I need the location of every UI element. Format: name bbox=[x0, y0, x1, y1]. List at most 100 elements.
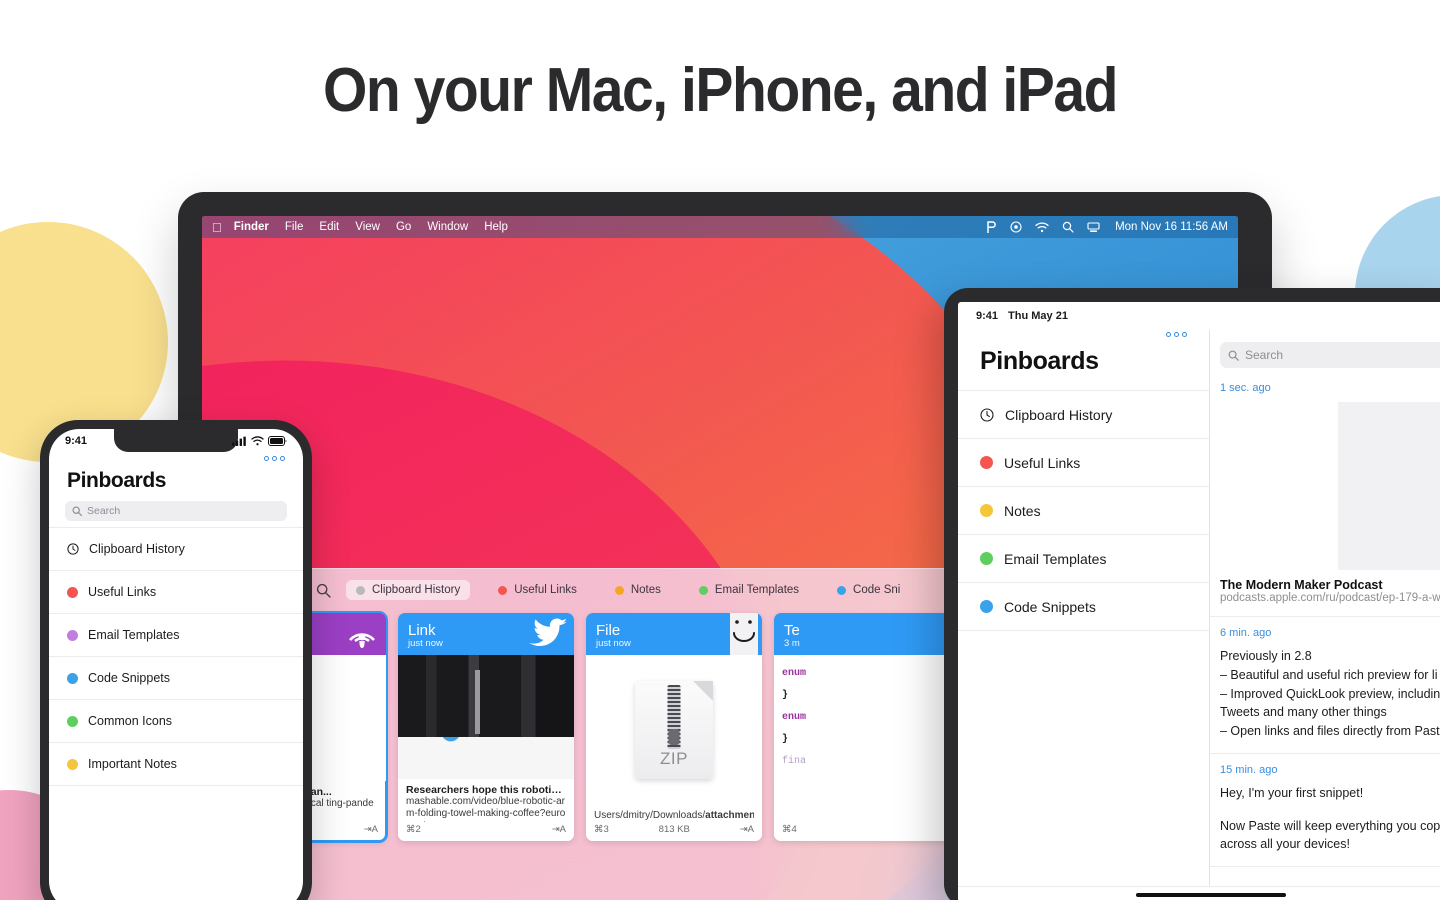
menu-item-file[interactable]: File bbox=[285, 221, 304, 233]
item-text-line: – Open links and files directly from Pas… bbox=[1220, 724, 1440, 738]
status-icons bbox=[232, 435, 287, 446]
paste-icon[interactable] bbox=[986, 220, 997, 234]
list-item-label: Code Snippets bbox=[88, 671, 171, 685]
clipboard-card[interactable]: Te 3 m enum } enum } fina ⌘4 bbox=[774, 613, 950, 841]
clock-icon bbox=[67, 543, 79, 555]
code-line: } bbox=[782, 734, 789, 745]
list-item-code-snippets[interactable]: Code Snippets bbox=[49, 656, 303, 699]
sidebar-item-email-templates[interactable]: Email Templates bbox=[958, 534, 1209, 582]
wifi-icon[interactable] bbox=[1035, 221, 1049, 233]
search-icon[interactable] bbox=[1062, 221, 1074, 233]
macos-menu-bar[interactable]:  Finder File Edit View Go Window Help bbox=[202, 216, 1238, 238]
search-placeholder: Search bbox=[87, 505, 121, 517]
search-input[interactable]: Search bbox=[65, 501, 287, 521]
sidebar-item-clipboard-history[interactable]: Clipboard History bbox=[958, 390, 1209, 438]
list-item-clipboard-history[interactable]: Clipboard History bbox=[49, 527, 303, 570]
item-text-line: Previously in 2.8 bbox=[1220, 649, 1312, 663]
status-date: Thu May 21 bbox=[1008, 310, 1068, 322]
chip-label: Useful Links bbox=[514, 584, 577, 596]
chip-dot bbox=[837, 585, 847, 595]
status-time: 9:41 bbox=[976, 310, 999, 322]
list-end-divider bbox=[49, 785, 303, 786]
finder-icon bbox=[714, 613, 758, 655]
sidebar-item-label: Clipboard History bbox=[1005, 406, 1113, 423]
menu-item-finder[interactable]: Finder bbox=[234, 221, 269, 233]
menu-item-help[interactable]: Help bbox=[484, 221, 508, 233]
list-item-common-icons[interactable]: Common Icons bbox=[49, 699, 303, 742]
sidebar-item-notes[interactable]: Notes bbox=[958, 486, 1209, 534]
pinboard-chip-useful-links[interactable]: Useful Links bbox=[488, 580, 587, 600]
color-dot-purple bbox=[67, 629, 78, 641]
item-text-line: Tweets and many other things bbox=[1220, 705, 1387, 720]
clipboard-card[interactable]: Link just now Researchers hope this robo… bbox=[398, 613, 574, 841]
apple-icon[interactable]:  bbox=[212, 221, 222, 234]
list-item-email-templates[interactable]: Email Templates bbox=[49, 613, 303, 656]
code-preview: enum } enum } fina bbox=[774, 655, 950, 817]
card-footer: ⌘4 bbox=[774, 817, 950, 841]
pinboard-chip-notes[interactable]: Notes bbox=[605, 580, 671, 600]
color-dot-blue bbox=[980, 600, 993, 613]
card-file-path: Users/dmitry/Downloads/attachments.zip bbox=[594, 810, 754, 822]
ipad-status-bar: 9:41 Thu May 21 bbox=[958, 302, 1440, 330]
search-icon[interactable] bbox=[316, 583, 338, 598]
card-body bbox=[398, 655, 574, 779]
chip-label: Clipboard History bbox=[372, 584, 461, 596]
sidebar-item-label: Email Templates bbox=[1004, 550, 1107, 567]
card-meta: ⌘4 bbox=[782, 824, 942, 835]
search-placeholder: Search bbox=[1245, 348, 1284, 362]
more-options-icon[interactable] bbox=[958, 330, 1209, 345]
menu-item-go[interactable]: Go bbox=[396, 221, 411, 233]
item-timestamp: 1 sec. ago bbox=[1220, 382, 1271, 394]
sidebar-item-label: Notes bbox=[1004, 502, 1041, 519]
item-timestamp: 6 min. ago bbox=[1220, 627, 1272, 639]
list-item-label: Important Notes bbox=[88, 757, 177, 771]
card-shortcut: ⌘4 bbox=[782, 824, 797, 835]
sidebar-item-code-snippets[interactable]: Code Snippets bbox=[958, 582, 1209, 630]
search-icon bbox=[1228, 350, 1239, 361]
clipboard-list-item[interactable]: 1 sec. ago The Modern Maker Podcast podc… bbox=[1210, 372, 1440, 617]
status-time: 9:41 bbox=[65, 434, 88, 447]
page-fold bbox=[693, 680, 713, 701]
control-center-icon[interactable] bbox=[1010, 221, 1022, 233]
file-path-prefix: Users/dmitry/Downloads/ bbox=[594, 809, 706, 821]
clipboard-card[interactable]: File just now ZIP Users/dmitry/Downloads… bbox=[586, 613, 762, 841]
pinboard-chip-code-snippets[interactable]: Code Sni bbox=[827, 580, 910, 600]
ipad-sidebar: Pinboards Clipboard History Useful Links bbox=[958, 330, 1210, 886]
chip-dot bbox=[614, 585, 624, 595]
menu-item-window[interactable]: Window bbox=[427, 221, 468, 233]
clipboard-list-item[interactable]: 6 min. ago Previously in 2.8 – Beautiful… bbox=[1210, 617, 1440, 754]
sidebar-filler bbox=[958, 630, 1209, 886]
color-dot-green bbox=[67, 715, 78, 727]
item-text-spacer bbox=[1220, 803, 1440, 817]
card-type-label: Te bbox=[784, 621, 800, 639]
file-name: attachments.zip bbox=[705, 809, 754, 821]
clipboard-list-item[interactable]: 15 min. ago Hey, I'm your first snippet!… bbox=[1210, 754, 1440, 867]
list-item-important-notes[interactable]: Important Notes bbox=[49, 742, 303, 785]
menu-item-view[interactable]: View bbox=[355, 221, 380, 233]
chip-label: Email Templates bbox=[714, 584, 800, 596]
menu-item-edit[interactable]: Edit bbox=[319, 221, 339, 233]
pinboard-chip-email-templates[interactable]: Email Templates bbox=[689, 580, 809, 600]
code-line: enum bbox=[782, 668, 807, 679]
card-meta: ⌘2 ⇥A bbox=[406, 824, 566, 835]
file-extension-label: ZIP bbox=[660, 748, 688, 768]
wifi-icon bbox=[251, 435, 264, 446]
pinboard-chip-clipboard-history[interactable]: Clipboard History bbox=[346, 580, 471, 600]
more-options-icon[interactable] bbox=[49, 452, 303, 467]
list-item-label: Common Icons bbox=[88, 714, 173, 728]
card-meta: ⌘3 813 KB ⇥A bbox=[594, 824, 754, 835]
card-file-size: 813 KB bbox=[658, 824, 690, 835]
menubar-clock[interactable]: Mon Nov 16 11:56 AM bbox=[1115, 221, 1228, 233]
link-preview-thumbnail bbox=[1338, 402, 1440, 570]
search-input[interactable]: Search bbox=[1220, 342, 1440, 368]
sidebar-item-useful-links[interactable]: Useful Links bbox=[958, 438, 1209, 486]
item-text-line: – Beautiful and useful rich preview for … bbox=[1220, 667, 1438, 682]
display-icon[interactable] bbox=[1087, 221, 1100, 233]
item-text-line: – Improved QuickLook preview, includin bbox=[1220, 686, 1440, 701]
home-indicator bbox=[958, 886, 1440, 900]
item-title: The Modern Maker Podcast bbox=[1220, 578, 1383, 592]
battery-icon bbox=[268, 435, 287, 446]
chip-label: Notes bbox=[630, 584, 661, 596]
list-item-useful-links[interactable]: Useful Links bbox=[49, 570, 303, 613]
color-dot-yellow bbox=[67, 758, 78, 770]
